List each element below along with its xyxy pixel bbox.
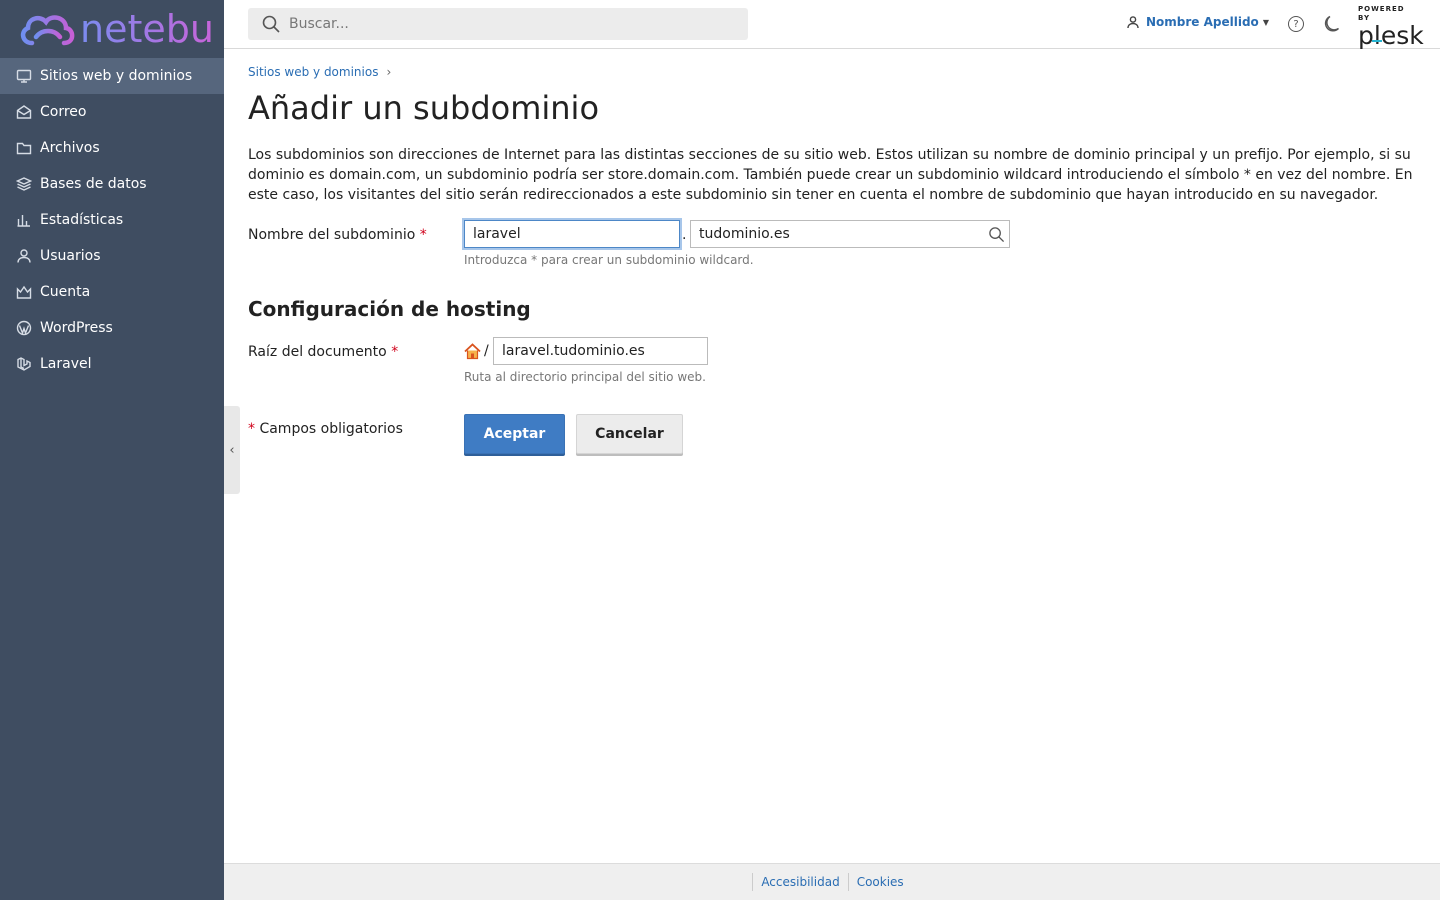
page-description: Los subdominios son direcciones de Inter… xyxy=(248,147,1413,203)
sidebar-item-label: WordPress xyxy=(40,320,113,336)
required-mark: * xyxy=(248,421,255,437)
sidebar-item-label: Laravel xyxy=(40,356,92,372)
user-name: Nombre Apellido xyxy=(1146,15,1259,29)
sidebar-item-laravel[interactable]: Laravel xyxy=(0,346,224,382)
sidebar-item-label: Usuarios xyxy=(40,248,101,264)
laravel-icon xyxy=(16,356,32,372)
search-icon xyxy=(989,227,1005,243)
plesk-accent-bar xyxy=(1372,40,1382,42)
sidebar-item-cuenta[interactable]: Cuenta xyxy=(0,274,224,310)
search-icon xyxy=(262,15,280,33)
docroot-label: Raíz del documento * xyxy=(248,344,398,360)
user-menu[interactable]: Nombre Apellido ▼ xyxy=(1126,15,1269,29)
sidebar-item-label: Sitios web y dominios xyxy=(40,68,193,84)
sidebar-item-label: Bases de datos xyxy=(40,176,147,192)
sidebar-item-correo[interactable]: Correo xyxy=(0,94,224,130)
footer-link-cookies[interactable]: Cookies xyxy=(847,873,912,891)
domain-separator: . xyxy=(682,227,687,243)
breadcrumb-link-sitios[interactable]: Sitios web y dominios xyxy=(248,65,378,79)
wordpress-icon xyxy=(16,320,32,336)
sidebar-item-sitios-web[interactable]: Sitios web y dominios xyxy=(0,58,224,94)
sidebar-item-estadisticas[interactable]: Estadísticas xyxy=(0,202,224,238)
footer: Accesibilidad Cookies xyxy=(224,863,1440,900)
search-box[interactable] xyxy=(248,8,748,40)
chevron-down-icon: ▼ xyxy=(1262,17,1269,27)
docroot-hint: Ruta al directorio principal del sitio w… xyxy=(464,370,706,384)
sidebar-item-label: Correo xyxy=(40,104,87,120)
home-icon xyxy=(464,343,481,360)
subdomain-label-text: Nombre del subdominio xyxy=(248,227,416,243)
subdomain-hint: Introduzca * para crear un subdominio wi… xyxy=(464,253,754,267)
required-mark: * xyxy=(391,344,399,360)
sidebar-item-wordpress[interactable]: WordPress xyxy=(0,310,224,346)
page-title: Añadir un subdominio xyxy=(248,89,600,127)
cancel-button[interactable]: Cancelar xyxy=(576,414,683,454)
subdomain-input[interactable] xyxy=(464,220,680,248)
domain-select[interactable]: tudominio.es xyxy=(690,220,1010,248)
brand-logo[interactable]: netebu xyxy=(18,6,218,52)
folder-icon xyxy=(16,140,32,156)
sidebar-collapse-button[interactable]: ‹ xyxy=(224,406,240,494)
sidebar-item-archivos[interactable]: Archivos xyxy=(0,130,224,166)
docroot-label-text: Raíz del documento xyxy=(248,344,387,360)
footer-link-accesibilidad[interactable]: Accesibilidad xyxy=(752,873,847,891)
topbar: Nombre Apellido ▼ ? POWERED BY plesk xyxy=(224,0,1440,49)
docroot-input[interactable] xyxy=(493,337,708,365)
chevron-right-icon: › xyxy=(386,65,392,79)
bar-chart-icon xyxy=(16,212,32,228)
required-note: * Campos obligatorios xyxy=(248,421,403,437)
sidebar-nav: Sitios web y dominios Correo Archivos Ba… xyxy=(0,58,224,382)
database-icon xyxy=(16,176,32,192)
monitor-icon xyxy=(16,68,32,84)
accept-button[interactable]: Aceptar xyxy=(464,414,565,454)
sidebar-item-label: Cuenta xyxy=(40,284,91,300)
crown-icon xyxy=(16,284,32,300)
brand-name: netebu xyxy=(80,7,214,51)
mail-icon xyxy=(16,104,32,120)
required-note-text: Campos obligatorios xyxy=(259,421,403,437)
search-input[interactable] xyxy=(289,16,729,32)
plesk-wordmark: plesk xyxy=(1358,21,1424,50)
user-icon xyxy=(1127,16,1139,29)
breadcrumb: Sitios web y dominios › xyxy=(248,65,391,79)
sidebar-item-label: Archivos xyxy=(40,140,100,156)
chevron-left-icon: ‹ xyxy=(229,442,235,458)
required-mark: * xyxy=(419,227,427,243)
moon-icon[interactable] xyxy=(1324,15,1340,33)
help-icon[interactable]: ? xyxy=(1288,16,1304,32)
docroot-prefix: / xyxy=(484,343,489,359)
cloud-logo-icon xyxy=(20,15,75,46)
sidebar-item-label: Estadísticas xyxy=(40,212,124,228)
sidebar-item-bases-de-datos[interactable]: Bases de datos xyxy=(0,166,224,202)
sidebar-item-usuarios[interactable]: Usuarios xyxy=(0,238,224,274)
plesk-logo: POWERED BY plesk xyxy=(1358,5,1424,49)
hosting-section-title: Configuración de hosting xyxy=(248,297,531,321)
user-icon xyxy=(16,248,32,264)
domain-value: tudominio.es xyxy=(699,226,790,242)
subdomain-label: Nombre del subdominio * xyxy=(248,227,427,243)
sidebar: netebu Sitios web y dominios Correo Arch… xyxy=(0,0,224,900)
